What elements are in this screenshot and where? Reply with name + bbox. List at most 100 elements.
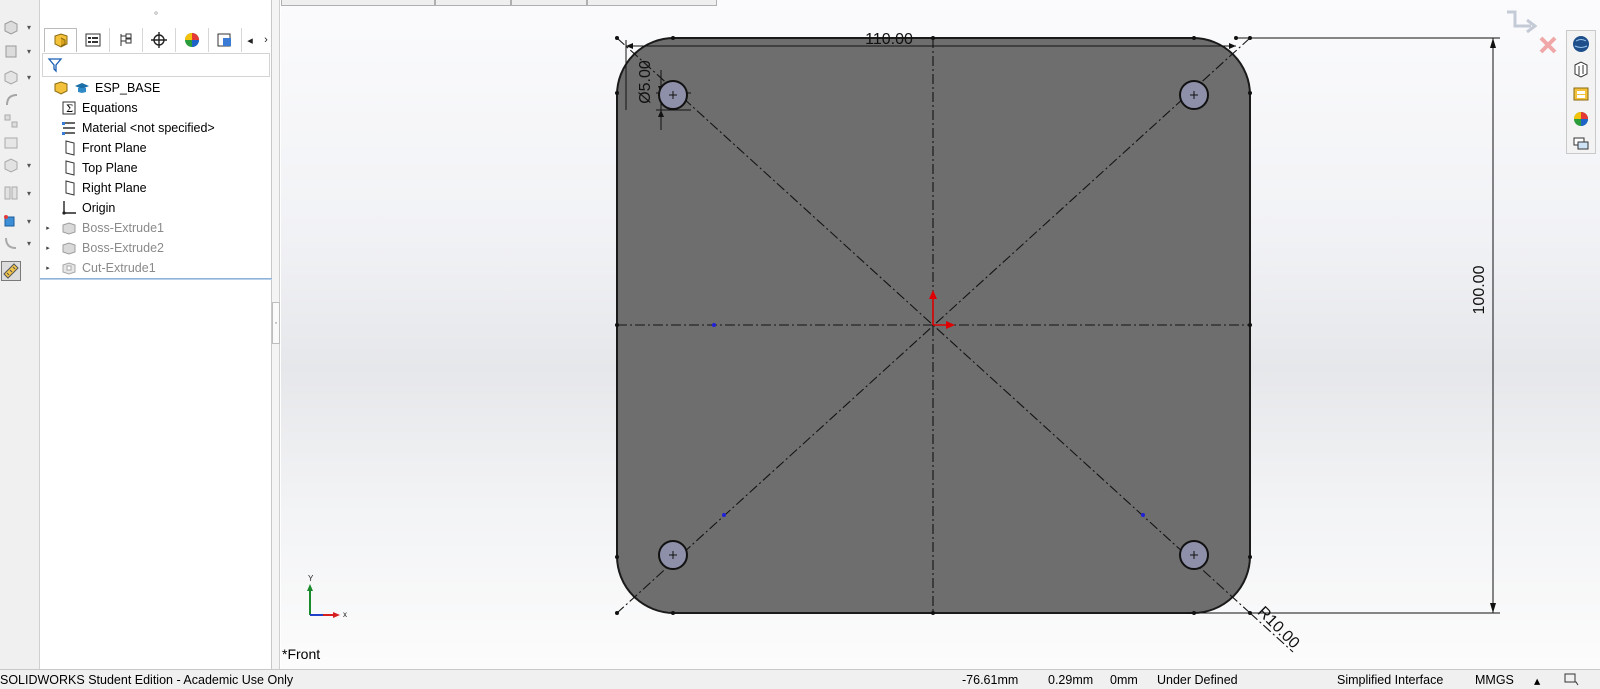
reference-triad: Y x	[307, 574, 347, 619]
tree-node-equations[interactable]: Σ Equations	[40, 98, 272, 118]
expand-arrow-icon[interactable]: ▸	[43, 244, 53, 252]
sketch-tool-4[interactable]	[2, 88, 36, 110]
tab-displaymanager[interactable]	[176, 28, 209, 52]
coordinate-z: 0mm	[1110, 673, 1138, 687]
task-pane-appearances[interactable]	[1567, 106, 1595, 131]
splitter-handle-icon[interactable]: ◦	[272, 302, 280, 344]
tab-dimxpertmanager[interactable]	[143, 28, 176, 52]
tree-filter[interactable]	[42, 53, 270, 77]
coordinate-y: 0.29mm	[1048, 673, 1094, 687]
feature-manager-panel: ⚬ ◂ › ESP_BASE Σ Equations Material <not…	[40, 0, 272, 669]
expand-arrow-icon[interactable]: ▸	[43, 224, 53, 232]
feature-manager-icon	[54, 32, 67, 48]
confirmation-corner	[1507, 10, 1557, 54]
expand-arrow-icon[interactable]: ▸	[43, 264, 53, 272]
fillet-icon	[6, 94, 18, 106]
tree-node-front-plane[interactable]: Front Plane	[40, 138, 272, 158]
reference-geometry-icon	[4, 158, 18, 173]
tree-node-material[interactable]: Material <not specified>	[40, 118, 272, 138]
dimxpert-icon	[151, 32, 167, 48]
svg-text:Σ: Σ	[66, 104, 73, 115]
tree-node-label: Cut-Extrude1	[82, 261, 156, 275]
tree-node-boss-extrude1[interactable]: ▸ Boss-Extrude1	[40, 218, 272, 238]
sketch-tool-5[interactable]	[2, 110, 36, 132]
configuration-manager-icon	[120, 33, 132, 46]
task-pane-resources[interactable]	[1567, 31, 1595, 56]
cancel-sketch-icon[interactable]	[1539, 36, 1557, 54]
instant3d-icon	[5, 237, 17, 249]
tree-node-label: Material <not specified>	[82, 121, 215, 135]
plane-icon	[65, 140, 75, 156]
panel-splitter[interactable]: ◦	[272, 0, 280, 669]
hole-bottom-left	[658, 540, 688, 570]
task-pane-design-library[interactable]	[1567, 56, 1595, 81]
material-icon	[62, 122, 75, 135]
hole-top-left	[658, 80, 688, 110]
pattern-icon	[4, 114, 18, 128]
tree-node-label: Boss-Extrude2	[82, 241, 164, 255]
unit-system-arrow-icon[interactable]: ▴	[1534, 673, 1540, 688]
extrude-icon	[62, 222, 76, 235]
forum-icon	[1573, 137, 1589, 149]
hole-top-right	[1179, 80, 1209, 110]
globe-icon	[1573, 35, 1589, 52]
sketch-tool-10[interactable]: ▾	[2, 232, 36, 254]
chevron-down-icon: ▾	[27, 238, 32, 248]
tree-node-boss-extrude2[interactable]: ▸ Boss-Extrude2	[40, 238, 272, 258]
file-explorer-icon	[1573, 87, 1589, 100]
height-dimension[interactable]: 100.00	[1471, 265, 1488, 314]
curves-icon	[4, 186, 18, 200]
tabs-scroll-left-icon[interactable]: ◂	[242, 28, 258, 52]
task-pane-file-explorer[interactable]	[1567, 81, 1595, 106]
sketch-tool-1[interactable]: ▾	[2, 16, 36, 38]
tree-node-right-plane[interactable]: Right Plane	[40, 178, 272, 198]
sketch-tool-11[interactable]	[1, 260, 36, 282]
student-edition-icon	[75, 83, 89, 93]
coordinate-x: -76.61mm	[962, 673, 1019, 687]
triad-x-label: x	[343, 610, 347, 619]
sketch-tool-2[interactable]: ▾	[2, 40, 36, 62]
sketch-tool-7[interactable]: ▾	[2, 154, 36, 176]
revolve-icon	[5, 45, 17, 58]
tab-configurationmanager[interactable]	[110, 28, 143, 52]
rollback-bar[interactable]	[40, 278, 272, 280]
sketch-tool-9[interactable]: ▾	[2, 210, 36, 232]
filter-icon[interactable]	[47, 57, 63, 73]
interface-mode[interactable]: Simplified Interface	[1337, 673, 1443, 687]
sketch-tool-6[interactable]	[2, 132, 36, 154]
sketch-tool-8[interactable]: ▾	[2, 182, 36, 204]
tree-node-label: Front Plane	[82, 141, 147, 155]
task-pane-forum[interactable]	[1567, 131, 1595, 156]
chevron-down-icon: ▾	[27, 216, 32, 226]
tree-node-cut-extrude1[interactable]: ▸ Cut-Extrude1	[40, 258, 272, 278]
cut-extrude-icon	[4, 70, 18, 85]
hole-diameter-dimension[interactable]: Ø5.00	[637, 60, 654, 104]
graphics-area[interactable]: 110.00 100.00 Ø5.00 R10.00 Y x *Front	[281, 0, 1600, 669]
task-pane	[1566, 30, 1596, 154]
exit-sketch-icon[interactable]	[1507, 10, 1538, 34]
tab-cam[interactable]	[209, 28, 242, 52]
sketch-toolbar: ▾ ▾ ▾ ▾ ▾ ▾ ▾	[0, 0, 40, 669]
tree-node-origin[interactable]: Origin	[40, 198, 272, 218]
tree-node-part[interactable]: ESP_BASE	[40, 78, 272, 98]
tab-featuremanager[interactable]	[44, 28, 77, 52]
tab-propertymanager[interactable]	[77, 28, 110, 52]
design-library-icon	[1574, 60, 1588, 78]
smart-dimension-icon	[4, 215, 15, 227]
appearances-icon	[1574, 111, 1588, 126]
sketch-tool-3[interactable]: ▾	[2, 66, 36, 88]
corner-radius-dimension[interactable]: R10.00	[1254, 604, 1303, 653]
width-dimension[interactable]: 110.00	[865, 31, 913, 48]
sketch-canvas[interactable]: 110.00 100.00 Ø5.00 R10.00 Y x	[281, 0, 1600, 669]
unit-system[interactable]: MMGS	[1475, 673, 1514, 687]
extrude-icon	[62, 242, 76, 255]
property-manager-icon	[85, 33, 101, 47]
tree-node-top-plane[interactable]: Top Plane	[40, 158, 272, 178]
status-settings-icon	[1564, 673, 1579, 686]
tree-node-label: Right Plane	[82, 181, 147, 195]
cam-icon	[217, 33, 231, 47]
rebuild-icon[interactable]	[1564, 672, 1580, 689]
tree-node-label: Boss-Extrude1	[82, 221, 164, 235]
panel-grip-icon[interactable]: ⚬	[40, 8, 272, 19]
triad-y-label: Y	[308, 574, 314, 583]
